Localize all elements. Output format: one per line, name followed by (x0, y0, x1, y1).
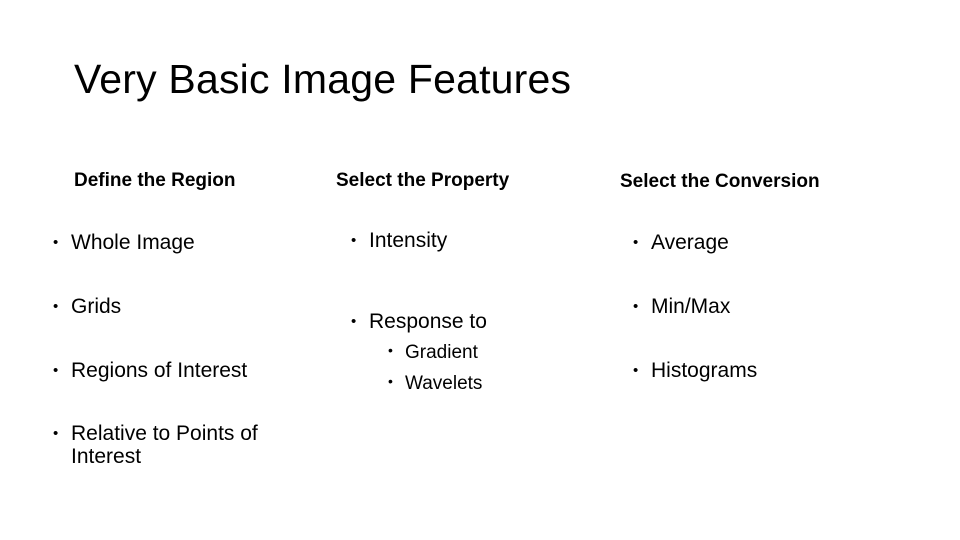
bullet-icon: • (388, 373, 393, 389)
bullet-icon: • (633, 362, 639, 379)
list-item: • Relative to Points of Interest (53, 422, 258, 468)
slide-title: Very Basic Image Features (74, 56, 572, 102)
list-item: • Response to (351, 310, 487, 333)
sub-list-item: • Gradient (388, 342, 478, 363)
bullet-icon: • (53, 362, 59, 379)
bullet-icon: • (53, 234, 59, 251)
column-heading-region: Define the Region (74, 170, 236, 191)
list-item: • Whole Image (53, 231, 195, 254)
sub-list-item: • Wavelets (388, 373, 483, 394)
list-item: • Average (633, 231, 729, 254)
bullet-icon: • (53, 425, 59, 442)
list-item: • Histograms (633, 359, 758, 382)
bullet-icon: • (351, 232, 357, 249)
bullet-icon: • (633, 234, 639, 251)
bullet-icon: • (351, 313, 357, 330)
bullet-icon: • (633, 298, 639, 315)
list-item: • Intensity (351, 229, 448, 252)
bullet-icon: • (53, 298, 59, 315)
list-item: • Grids (53, 295, 122, 318)
column-heading-property: Select the Property (336, 170, 510, 191)
column-heading-conversion: Select the Conversion (620, 171, 820, 192)
list-item: • Min/Max (633, 295, 731, 318)
bullet-icon: • (388, 342, 393, 358)
list-item: • Regions of Interest (53, 359, 248, 382)
